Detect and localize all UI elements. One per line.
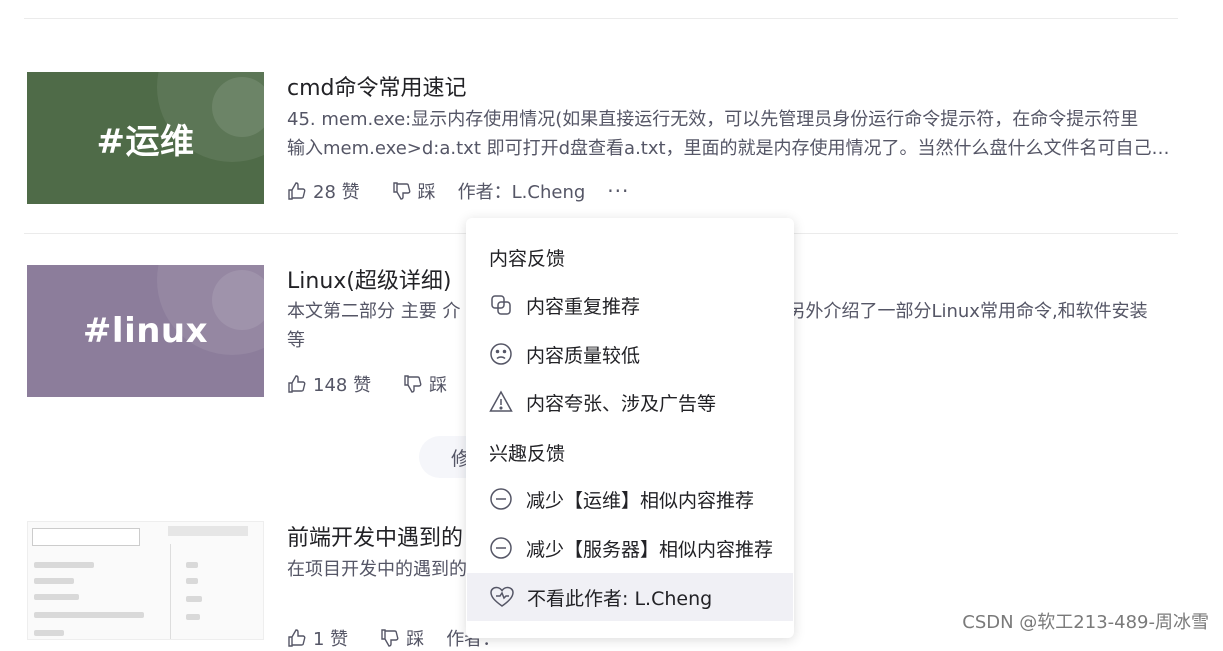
dislike-label: 踩	[417, 182, 436, 203]
description-line: 输入mem.exe>d:a.txt 即可打开d盘查看a.txt，里面的就是内存使…	[287, 138, 1170, 159]
watermark: CSDN @软工213-489-周冰雪	[962, 612, 1209, 633]
dislike-button[interactable]: 踩	[392, 178, 436, 204]
like-button[interactable]: 1 赞	[287, 625, 348, 651]
dislike-button[interactable]: 踩	[403, 371, 447, 397]
like-count: 1 赞	[313, 629, 349, 650]
like-count: 148 赞	[313, 375, 372, 396]
thumbs-down-icon	[404, 375, 422, 393]
like-count: 28 赞	[313, 182, 360, 203]
thumbs-down-icon	[392, 182, 411, 200]
menu-item-label: 内容重复推荐	[526, 295, 641, 318]
description-line: 45. mem.exe:显示内存使用情况(如果直接运行无效，可以先管理员身份运行…	[287, 109, 1139, 130]
menu-section-interest-feedback: 兴趣反馈	[489, 443, 566, 465]
menu-item-duplicate[interactable]: 内容重复推荐	[466, 282, 794, 328]
article-description: 45. mem.exe:显示内存使用情况(如果直接运行无效，可以先管理员身份运行…	[287, 105, 1182, 163]
warning-icon	[488, 389, 514, 415]
like-button[interactable]: 148 赞	[287, 371, 371, 397]
menu-item-label: 减少【服务器】相似内容推荐	[526, 538, 774, 561]
sad-face-icon	[488, 341, 514, 367]
broken-heart-icon	[489, 584, 515, 610]
feedback-menu: 内容反馈 内容重复推荐 内容质量较低 内容夸张、涉及广告等 兴趣反馈 减少【运维…	[466, 218, 794, 638]
article-thumbnail-ops[interactable]: #运维	[27, 72, 264, 204]
dislike-label: 踩	[429, 375, 448, 396]
menu-item-exaggerated[interactable]: 内容夸张、涉及广告等	[466, 379, 794, 425]
menu-item-reduce-server[interactable]: 减少【服务器】相似内容推荐	[466, 525, 794, 571]
minus-circle-icon	[488, 535, 514, 561]
menu-item-label: 内容夸张、涉及广告等	[526, 392, 717, 415]
like-button[interactable]: 28 赞	[287, 178, 360, 204]
article-title[interactable]: Linux(超级详细)	[287, 263, 451, 295]
dislike-label: 踩	[406, 629, 425, 650]
menu-item-label: 不看此作者: L.Cheng	[527, 587, 713, 610]
menu-item-label: 内容质量较低	[526, 344, 641, 367]
article-thumbnail-screenshot[interactable]	[27, 521, 264, 640]
description-part: 本文第二部分 主要 介	[287, 301, 461, 322]
article-meta: 148 赞 踩	[287, 371, 469, 397]
menu-item-low-quality[interactable]: 内容质量较低	[466, 331, 794, 377]
top-divider	[24, 18, 1178, 19]
minus-circle-icon	[488, 486, 514, 512]
more-options-button[interactable]: ···	[607, 179, 629, 203]
author-label[interactable]: 作者：L.Cheng	[458, 178, 586, 204]
duplicate-icon	[488, 292, 514, 318]
menu-item-reduce-ops[interactable]: 减少【运维】相似内容推荐	[466, 476, 794, 522]
article-meta: 28 赞 踩 作者：L.Cheng ···	[287, 178, 629, 204]
article-title[interactable]: 前端开发中遇到的	[287, 520, 463, 552]
thumbnail-text: #linux	[82, 311, 209, 351]
menu-item-label: 减少【运维】相似内容推荐	[526, 489, 755, 512]
menu-section-content-feedback: 内容反馈	[489, 248, 566, 270]
article-thumbnail-linux[interactable]: #linux	[27, 265, 264, 397]
thumbs-down-icon	[381, 629, 399, 647]
thumbnail-text: #运维	[96, 121, 195, 162]
description-part: 另外介绍了一部分Linux常用命令,和软件安装	[787, 301, 1148, 322]
menu-item-block-author[interactable]: 不看此作者: L.Cheng	[467, 573, 793, 621]
thumbs-up-icon	[288, 629, 306, 647]
thumbs-up-icon	[288, 375, 306, 393]
thumbs-up-icon	[288, 182, 306, 200]
dislike-button[interactable]: 踩	[380, 625, 424, 651]
article-title[interactable]: cmd命令常用速记	[287, 70, 467, 102]
